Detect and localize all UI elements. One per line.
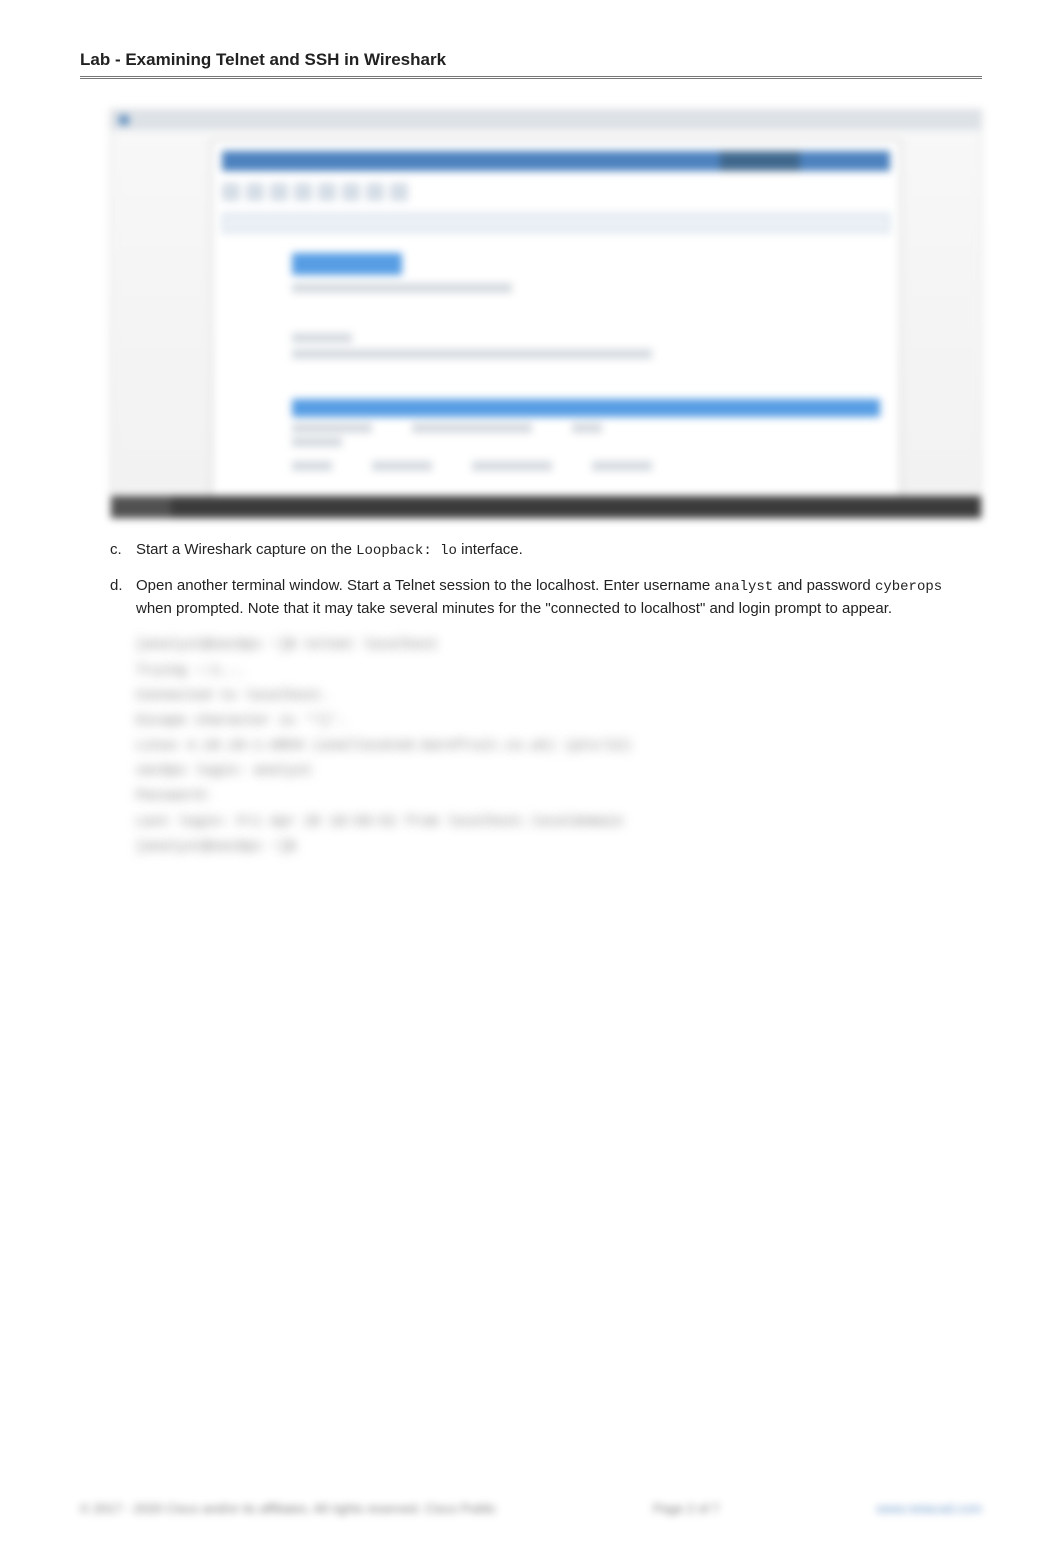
welcome-panel	[292, 253, 880, 471]
footer-link: www.netacad.com	[877, 1501, 983, 1516]
capture-subtext	[292, 349, 652, 359]
copyright: © 2017 - 2020 Cisco and/or its affiliate…	[80, 1501, 496, 1516]
interface-stat	[572, 423, 602, 433]
interface-name	[292, 423, 372, 433]
welcome-heading	[292, 253, 402, 275]
filter-bar	[222, 213, 890, 233]
system-taskbar	[111, 496, 981, 518]
inline-code: Loopback: lo	[356, 543, 457, 559]
terminal-line: Linux 4.10.10-1-ARCH (unallocated.barefr…	[136, 734, 982, 759]
document-page: Lab - Examining Telnet and SSH in Wiresh…	[0, 0, 1062, 1556]
toolbar	[222, 177, 890, 207]
titlebar-accent	[720, 151, 800, 171]
terminal-line: Trying ::1...	[136, 659, 982, 684]
step-d: d. Open another terminal window. Start a…	[110, 575, 982, 619]
wireshark-window	[211, 140, 901, 510]
terminal-line: Last login: Fri Apr 28 10:50:52 from loc…	[136, 810, 982, 835]
interface-row	[292, 423, 880, 433]
taskbar	[111, 110, 981, 130]
learn-link	[472, 461, 552, 471]
learn-row	[292, 461, 880, 471]
toolbar-button	[222, 183, 240, 201]
terminal-line: [analyst@secOps ~]$	[136, 835, 982, 860]
text: interface.	[457, 541, 523, 558]
interface-graph	[412, 423, 532, 433]
terminal-line: Connected to localhost.	[136, 684, 982, 709]
step-marker: c.	[110, 539, 136, 561]
text: and password	[773, 577, 875, 594]
toolbar-button	[318, 183, 336, 201]
terminal-line: [analyst@secOps ~]$ telnet localhost	[136, 633, 982, 658]
text: Open another terminal window. Start a Te…	[136, 577, 714, 594]
step-marker: d.	[110, 575, 136, 619]
learn-label	[292, 461, 332, 471]
wireshark-screenshot	[110, 109, 982, 519]
interface-name	[292, 437, 342, 447]
text: Start a Wireshark capture on the	[136, 541, 356, 558]
toolbar-button	[342, 183, 360, 201]
page-footer: © 2017 - 2020 Cisco and/or its affiliate…	[80, 1501, 982, 1516]
learn-link	[372, 461, 432, 471]
toolbar-button	[246, 183, 264, 201]
terminal-output: [analyst@secOps ~]$ telnet localhost Try…	[136, 633, 982, 860]
taskbar-item	[111, 496, 171, 518]
welcome-subtext	[292, 283, 512, 293]
inline-code: cyberops	[875, 579, 942, 595]
terminal-line: Escape character is '^]'.	[136, 709, 982, 734]
step-text: Open another terminal window. Start a Te…	[136, 575, 982, 619]
selected-interface	[292, 399, 880, 417]
step-text: Start a Wireshark capture on the Loopbac…	[136, 539, 523, 561]
page-number: Page 2 of 7	[653, 1501, 720, 1516]
terminal-line: Password:	[136, 784, 982, 809]
toolbar-button	[294, 183, 312, 201]
toolbar-button	[366, 183, 384, 201]
toolbar-button	[270, 183, 288, 201]
inline-code: analyst	[714, 579, 773, 595]
page-title: Lab - Examining Telnet and SSH in Wiresh…	[80, 50, 982, 79]
text: when prompted. Note that it may take sev…	[136, 600, 892, 617]
capture-label	[292, 333, 352, 343]
interface-row	[292, 437, 880, 447]
app-icon	[119, 115, 129, 125]
toolbar-button	[390, 183, 408, 201]
learn-link	[592, 461, 652, 471]
step-c: c. Start a Wireshark capture on the Loop…	[110, 539, 982, 561]
terminal-line: secOps login: analyst	[136, 759, 982, 784]
